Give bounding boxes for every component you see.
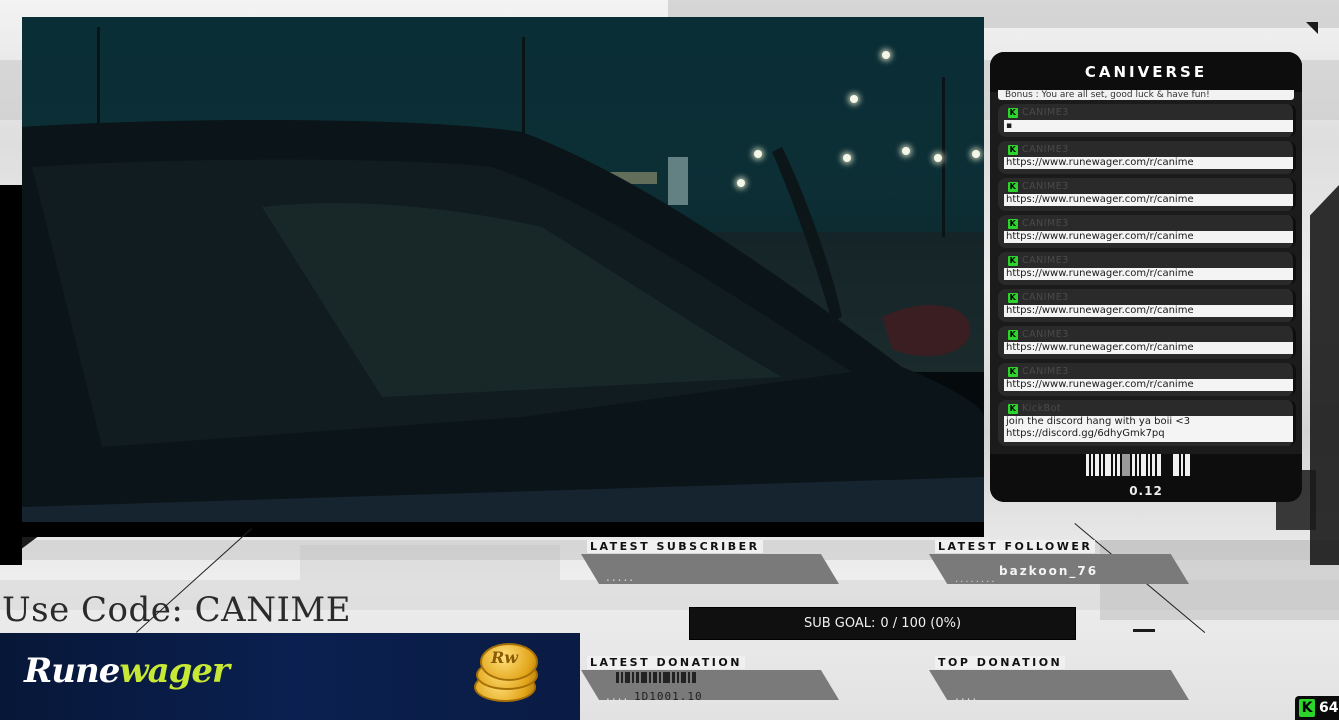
decorative-dash <box>1133 629 1155 632</box>
chat-message-link[interactable]: https://www.runewager.com/r/canime <box>1004 342 1293 354</box>
latest-donation-label: LATEST DONATION <box>587 656 745 669</box>
latest-follower-value: bazkoon_76 <box>999 564 1099 578</box>
chat-username: CANIME3 <box>1022 292 1069 303</box>
chat-message-user: K CANIME3 <box>1008 329 1069 340</box>
kick-badge-icon: K <box>1008 144 1018 155</box>
donation-barcode-graphic <box>616 672 720 683</box>
viewer-count-badge: K 64 <box>1295 696 1339 720</box>
chat-message-link[interactable]: https://www.runewager.com/r/canime <box>1004 305 1293 317</box>
runewager-logo: Runewager <box>24 651 230 691</box>
coin-logo-text: Rw <box>491 648 519 667</box>
chat-message: K CANIME3 https://www.runewager.com/r/can… <box>998 178 1296 211</box>
chat-bonus-line: Bonus : You are all set, good luck & hav… <box>998 90 1294 100</box>
chat-username: CANIME3 <box>1022 366 1069 377</box>
chat-message: K CANIME3 https://www.runewager.com/r/can… <box>998 363 1296 396</box>
chat-username: KickBot <box>1022 403 1062 414</box>
chat-message: K CANIME3 https://www.runewager.com/r/can… <box>998 141 1296 174</box>
left-dark-strip <box>0 185 22 565</box>
latest-donation-code: 1D1001.10 <box>634 690 703 703</box>
kick-badge-icon: K <box>1008 218 1018 229</box>
kick-badge-icon: K <box>1008 403 1018 414</box>
chat-message-link[interactable]: https://www.runewager.com/r/canime <box>1004 157 1293 169</box>
glitch-block <box>300 545 560 580</box>
video-car <box>22 117 984 537</box>
top-donation-label: TOP DONATION <box>935 656 1066 669</box>
chat-message-user: K KickBot <box>1008 403 1061 414</box>
chat-message-link[interactable]: https://www.runewager.com/r/canime <box>1004 231 1293 243</box>
video-light <box>850 95 858 103</box>
latest-follower-label: LATEST FOLLOWER <box>935 540 1096 553</box>
chat-message-user: K CANIME3 <box>1008 107 1069 118</box>
chat-username: CANIME3 <box>1022 218 1069 229</box>
chat-message-link[interactable]: https://www.runewager.com/r/canime <box>1004 194 1293 206</box>
chat-username: CANIME3 <box>1022 329 1069 340</box>
chat-message: K CANIME3 https://www.runewager.com/r/can… <box>998 326 1296 359</box>
chat-panel: CANIVERSE Bonus : You are all set, good … <box>990 52 1302 502</box>
chat-message-user: K CANIME3 <box>1008 218 1069 229</box>
chat-footer: 0.12 <box>990 454 1302 502</box>
chat-message-text: ▪ <box>1004 120 1293 132</box>
latest-follower-dots: ........ <box>955 574 997 585</box>
chat-username: CANIME3 <box>1022 181 1069 192</box>
viewer-count: 64 <box>1319 700 1339 716</box>
video-feed <box>22 17 984 537</box>
chat-username: CANIME3 <box>1022 255 1069 266</box>
chat-message-user: K CANIME3 <box>1008 181 1069 192</box>
chat-username: CANIME3 <box>1022 107 1069 118</box>
latest-donation-value: .... <box>606 689 630 703</box>
chat-footer-value: 0.12 <box>1129 484 1163 498</box>
chat-username: CANIME3 <box>1022 144 1069 155</box>
kick-badge-icon: K <box>1008 292 1018 303</box>
sub-goal-bar: SUB GOAL: 0 / 100 (0%) <box>689 607 1076 640</box>
sub-goal-value: 0 / 100 (0%) <box>880 616 962 631</box>
chat-title: CANIVERSE <box>990 52 1302 92</box>
chat-messages[interactable]: Bonus : You are all set, good luck & hav… <box>998 90 1296 450</box>
chat-message-user: K CANIME3 <box>1008 366 1069 377</box>
chat-message-link[interactable]: https://www.runewager.com/r/canime <box>1004 379 1293 391</box>
chat-message: K CANIME3 https://www.runewager.com/r/can… <box>998 252 1296 285</box>
top-donation-value: .... <box>955 689 979 703</box>
sub-goal-label: SUB GOAL: <box>803 616 876 631</box>
chat-message-user: K CANIME3 <box>1008 292 1069 303</box>
kick-badge-icon: K <box>1008 181 1018 192</box>
kick-badge-icon: K <box>1008 366 1018 377</box>
kick-badge-icon: K <box>1008 329 1018 340</box>
latest-subscriber-value: ..... <box>606 570 636 584</box>
kick-badge-icon: K <box>1008 107 1018 118</box>
chat-message-user: K CANIME3 <box>1008 144 1069 155</box>
chat-message-text[interactable]: join the discord hang with ya boii <3 ht… <box>1004 416 1293 442</box>
kick-badge-icon: K <box>1008 255 1018 266</box>
latest-subscriber-label: LATEST SUBSCRIBER <box>587 540 763 553</box>
video-light <box>882 51 890 59</box>
chat-message-link[interactable]: https://www.runewager.com/r/canime <box>1004 268 1293 280</box>
barcode-graphic <box>1086 454 1204 476</box>
chat-message: K CANIME3 ▪ <box>998 104 1296 137</box>
kick-logo-icon: K <box>1299 699 1315 717</box>
chat-message: K CANIME3 https://www.runewager.com/r/can… <box>998 289 1296 322</box>
chat-message: K CANIME3 https://www.runewager.com/r/can… <box>998 215 1296 248</box>
video-letterbox <box>22 522 984 537</box>
ghost-emote-icon: ▪ <box>1006 121 1013 131</box>
chat-message-user: K CANIME3 <box>1008 255 1069 266</box>
chat-message: K KickBot join the discord hang with ya b… <box>998 400 1296 446</box>
